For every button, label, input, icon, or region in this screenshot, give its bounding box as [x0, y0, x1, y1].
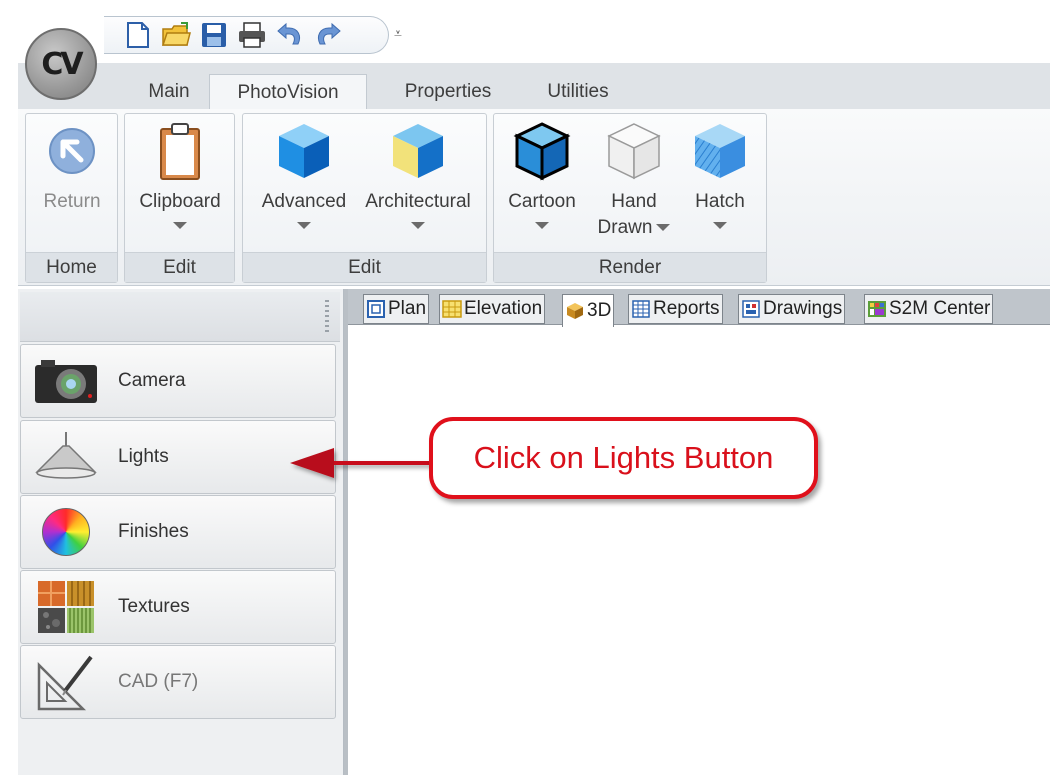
tab-properties[interactable]: Properties [383, 74, 513, 110]
clipboard-button[interactable]: Clipboard [128, 118, 232, 229]
application-menu-button[interactable]: CV [25, 28, 97, 100]
app-window: CV ⩡ Main PhotoVision Properties Utiliti… [18, 0, 1050, 775]
cad-triangle-icon [29, 652, 103, 712]
customize-toolbar-icon[interactable]: ⩡ [394, 26, 402, 42]
save-icon[interactable] [198, 19, 230, 51]
left-panel-header [20, 292, 340, 342]
dropdown-arrow-icon [535, 222, 549, 229]
doc-tab-s2m-center[interactable]: S2M Center [864, 294, 994, 324]
group-label-edit-2: Edit [243, 252, 486, 282]
dropdown-arrow-icon [656, 224, 671, 232]
drawings-icon [741, 299, 761, 319]
group-label-render: Render [494, 252, 766, 282]
quick-access-toolbar [104, 16, 389, 54]
undo-icon[interactable] [274, 19, 306, 51]
camera-icon [29, 351, 103, 411]
redo-icon[interactable] [312, 19, 344, 51]
advanced-button[interactable]: Advanced [250, 118, 358, 229]
tab-main[interactable]: Main [124, 74, 214, 110]
hatch-button[interactable]: Hatch [684, 118, 756, 229]
tab-utilities[interactable]: Utilities [528, 74, 628, 110]
architectural-cube-icon [356, 118, 480, 184]
doc-tab-elevation[interactable]: Elevation [439, 294, 546, 324]
doc-tab-reports[interactable]: Reports [628, 294, 723, 324]
group-label-home: Home [26, 252, 117, 282]
textures-button[interactable]: Textures [20, 570, 336, 644]
return-arrow-icon [32, 118, 112, 184]
textures-icon [29, 577, 103, 637]
cartoon-button[interactable]: Cartoon [500, 118, 584, 229]
lamp-icon [29, 427, 103, 487]
tab-photovision[interactable]: PhotoVision [209, 74, 367, 110]
blue-cube-icon [250, 118, 358, 184]
camera-button[interactable]: Camera [20, 344, 336, 418]
annotation-callout: Click on Lights Button [429, 417, 818, 499]
panel-grip-icon[interactable] [325, 300, 329, 334]
3d-cube-icon [565, 301, 585, 321]
hand-drawn-button[interactable]: Hand Drawn [586, 118, 682, 240]
dropdown-arrow-icon [713, 222, 727, 229]
new-document-icon[interactable] [122, 19, 154, 51]
hatch-cube-icon [684, 118, 756, 184]
dropdown-arrow-icon [411, 222, 425, 229]
doc-tab-plan[interactable]: Plan [363, 294, 430, 324]
print-icon[interactable] [236, 19, 268, 51]
annotation-arrow [290, 448, 434, 478]
logo-text: CV [41, 46, 83, 82]
plan-icon [366, 299, 386, 319]
doc-tab-3d[interactable]: 3D [562, 294, 615, 327]
return-button[interactable]: Return [32, 118, 112, 214]
dropdown-arrow-icon [173, 222, 187, 229]
color-wheel-icon [29, 502, 103, 562]
s2m-center-icon [867, 299, 887, 319]
reports-icon [631, 299, 651, 319]
open-folder-icon[interactable] [160, 19, 192, 51]
wireframe-cube-icon [586, 118, 682, 184]
finishes-button[interactable]: Finishes [20, 495, 336, 569]
cad-button[interactable]: CAD (F7) [20, 645, 336, 719]
group-label-edit: Edit [125, 252, 234, 282]
elevation-icon [442, 299, 462, 319]
doc-tab-drawings[interactable]: Drawings [738, 294, 846, 324]
cartoon-cube-icon [500, 118, 584, 184]
clipboard-icon [128, 118, 232, 184]
architectural-button[interactable]: Architectural [356, 118, 480, 229]
viewport-3d[interactable] [348, 289, 1050, 775]
dropdown-arrow-icon [297, 222, 311, 229]
